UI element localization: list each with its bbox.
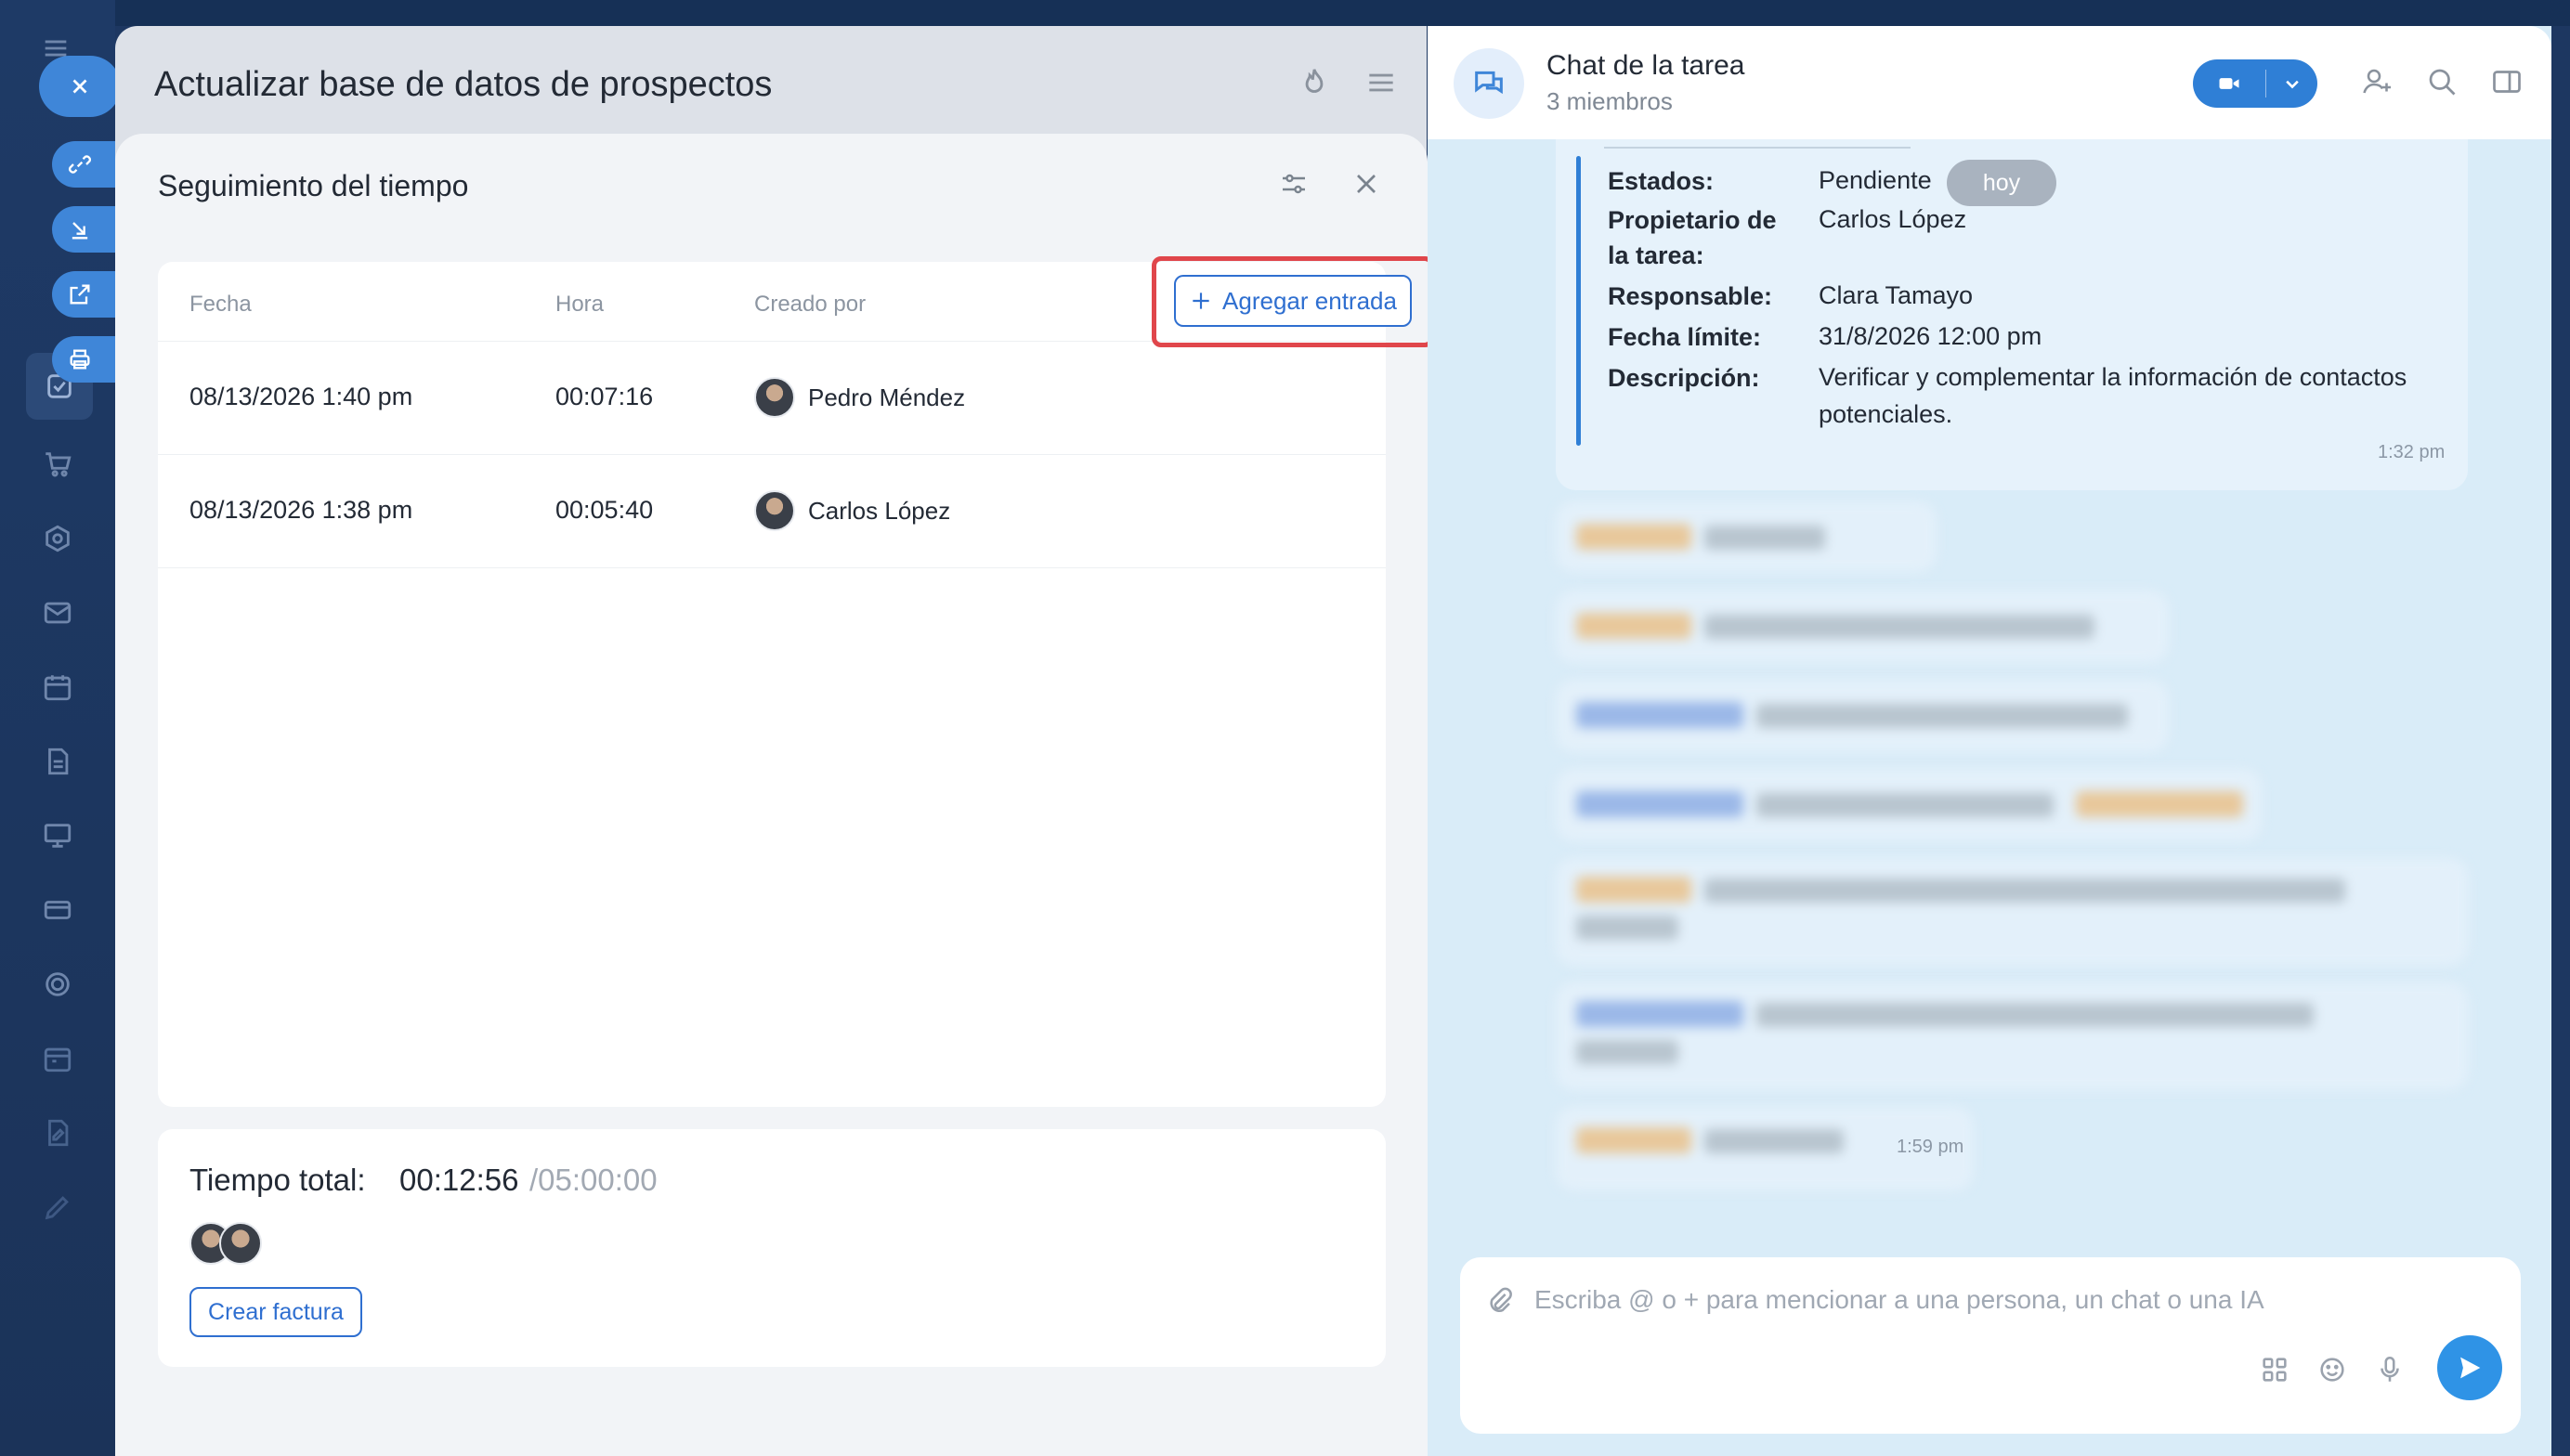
blurred-message [1556, 858, 2468, 966]
total-time-label: Tiempo total: [189, 1163, 366, 1197]
row-user-name: Pedro Méndez [808, 383, 966, 411]
table-row[interactable]: 08/13/2026 1:38 pm 00:05:40 Carlos López [158, 455, 1386, 568]
chat-title: Chat de la tarea [1546, 50, 1745, 81]
chat-header-tools [2360, 65, 2524, 98]
row-date: 08/13/2026 1:38 pm [189, 496, 413, 524]
row-user[interactable]: Carlos López [754, 490, 950, 531]
blurred-message [1556, 591, 2169, 663]
chat-members-count[interactable]: 3 miembros [1546, 87, 1673, 116]
column-time: Hora [555, 292, 605, 317]
owner-value[interactable]: Carlos López [1819, 201, 1966, 238]
nav-edit-doc-icon[interactable] [37, 1112, 78, 1153]
row-user[interactable]: Pedro Méndez [754, 377, 965, 418]
row-time: 00:07:16 [555, 383, 654, 410]
nav-mail-icon[interactable] [37, 592, 78, 633]
nav-calendar-icon[interactable] [37, 667, 78, 708]
task-header-tools [1297, 65, 1399, 100]
task-title: Actualizar base de datos de prospectos [154, 65, 773, 104]
owner-key-line1: Propietario de [1608, 206, 1777, 234]
table-row[interactable]: 08/13/2026 1:40 pm 00:07:16 Pedro Méndez [158, 342, 1386, 455]
add-entry-button[interactable]: Agregar entrada [1174, 275, 1412, 327]
time-tracking-tools [1277, 167, 1383, 201]
filter-settings-icon[interactable] [1277, 167, 1311, 201]
task-chat-panel: Chat de la tarea 3 miembros Estados: Pen… [1428, 26, 2551, 1456]
avatar [754, 490, 795, 531]
row-user-name: Carlos López [808, 496, 951, 525]
attach-icon[interactable] [1484, 1285, 1516, 1317]
message-input[interactable]: Escriba @ o + para mencionar a una perso… [1460, 1257, 2521, 1434]
total-time-value: 00:12:56 [399, 1163, 519, 1197]
row-time: 00:05:40 [555, 496, 654, 524]
status-value: Pendiente [1819, 166, 1932, 194]
chat-bubbles-icon [1475, 71, 1503, 95]
total-time-card: Tiempo total: 00:12:56 /05:00:00 Crear f… [158, 1129, 1386, 1367]
hamburger-icon[interactable] [1363, 65, 1399, 100]
blurred-message [1556, 680, 2169, 752]
total-time-limit: /05:00:00 [529, 1163, 658, 1197]
avatar[interactable] [219, 1222, 262, 1265]
send-button[interactable] [2437, 1335, 2502, 1400]
date-badge: hoy [1947, 160, 2056, 206]
table-header: Fecha Hora Creado por Agregar entrada [158, 256, 1434, 347]
microphone-icon[interactable] [2374, 1354, 2406, 1385]
last-message-time: 1:59 pm [1897, 1137, 1964, 1157]
message-divider [1604, 147, 1911, 149]
column-date: Fecha [189, 292, 252, 317]
video-call-button[interactable] [2193, 59, 2317, 108]
nav-document-icon[interactable] [37, 741, 78, 782]
blurred-message [1556, 982, 2468, 1090]
status-key: Estados: [1608, 167, 1715, 195]
input-tools [2259, 1354, 2406, 1385]
time-tracking-panel: Seguimiento del tiempo Fecha Hora Creado… [115, 134, 1434, 1456]
flame-icon[interactable] [1297, 65, 1332, 100]
responsible-key: Responsable: [1608, 282, 1773, 310]
nav-target-icon[interactable] [37, 964, 78, 1005]
nav-shop-icon[interactable] [37, 444, 78, 485]
deadline-key: Fecha límite: [1608, 323, 1762, 351]
nav-presentation-icon[interactable] [37, 815, 78, 856]
nav-pen-icon[interactable] [37, 1187, 78, 1228]
chevron-down-icon[interactable] [2279, 71, 2305, 97]
owner-key-line2: la tarea: [1608, 241, 1704, 269]
plus-icon [1193, 292, 1209, 309]
video-camera-icon [2219, 78, 2239, 89]
add-user-icon[interactable] [2360, 65, 2394, 98]
description-value-line1: Verificar y complementar la información … [1819, 363, 2407, 391]
time-entries-table: Fecha Hora Creado por Agregar entrada 08… [158, 256, 1434, 1107]
close-slider-button[interactable] [39, 56, 121, 117]
blurred-message [1556, 769, 2262, 841]
send-icon [2460, 1357, 2481, 1379]
column-created-by: Creado por [754, 292, 867, 317]
chat-avatar [1454, 48, 1524, 119]
close-icon[interactable] [1350, 167, 1383, 201]
minimize-button[interactable] [52, 206, 117, 253]
row-date: 08/13/2026 1:40 pm [189, 383, 413, 410]
sidebar-toggle-icon[interactable] [2490, 65, 2524, 98]
browser-top-strip [0, 0, 2570, 26]
nav-card-icon[interactable] [37, 890, 78, 930]
copy-link-button[interactable] [52, 141, 117, 188]
participants-avatars [189, 1222, 262, 1265]
description-key: Descripción: [1608, 364, 1760, 392]
deadline-value: 31/8/2026 12:00 pm [1819, 322, 2042, 350]
description-value-line2: potenciales. [1819, 400, 1953, 428]
blurred-message [1556, 501, 1937, 572]
time-tracking-title: Seguimiento del tiempo [158, 169, 469, 202]
message-time: 1:32 pm [2378, 442, 2446, 462]
nav-hexagon-icon[interactable] [37, 518, 78, 559]
search-icon[interactable] [2425, 65, 2459, 98]
quote-bar [1576, 156, 1581, 446]
emoji-icon[interactable] [2316, 1354, 2348, 1385]
print-button[interactable] [52, 336, 117, 383]
nav-schedule-icon[interactable] [37, 1038, 78, 1079]
input-placeholder: Escriba @ o + para mencionar a una perso… [1534, 1285, 2264, 1314]
create-invoice-button[interactable]: Crear factura [189, 1287, 362, 1337]
responsible-value[interactable]: Clara Tamayo [1819, 277, 1973, 314]
avatar [754, 377, 795, 418]
apps-grid-icon[interactable] [2259, 1354, 2290, 1385]
add-entry-label: Agregar entrada [1222, 286, 1397, 315]
open-new-window-button[interactable] [52, 271, 117, 318]
chat-header: Chat de la tarea 3 miembros [1428, 26, 2551, 139]
